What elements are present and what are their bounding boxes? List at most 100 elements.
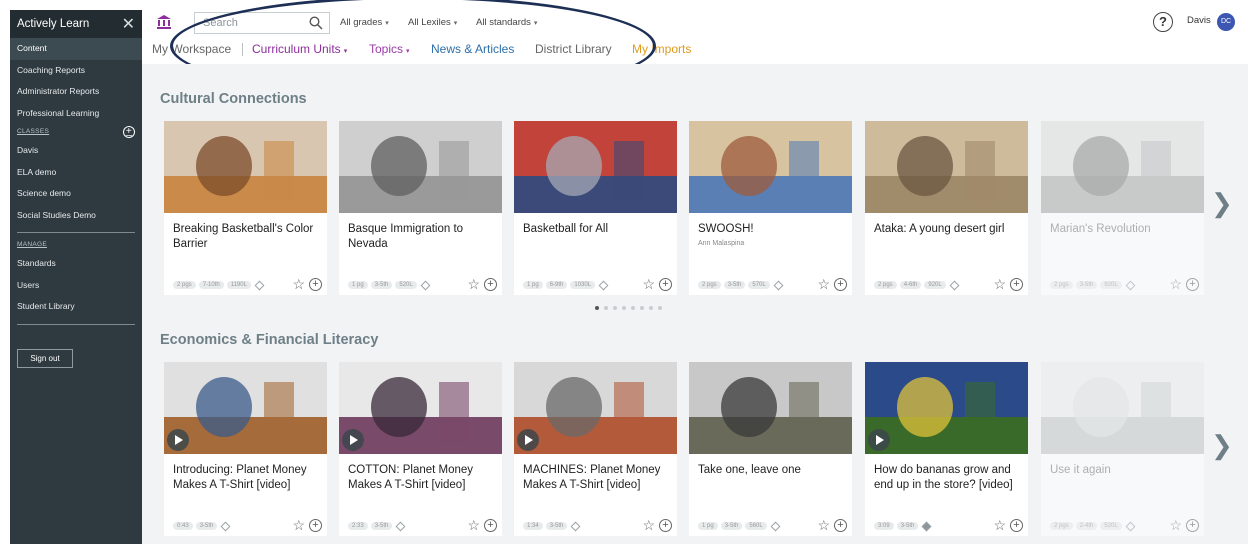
card-title[interactable]: Marian's Revolution [1050,222,1200,237]
play-icon[interactable] [868,429,890,451]
sidebar-item-professional-learning[interactable]: Professional Learning [10,103,142,125]
add-icon[interactable]: + [1010,277,1023,291]
star-icon[interactable]: ☆ [993,277,1006,291]
user-name[interactable]: Davis [1187,15,1211,26]
add-class-icon[interactable]: + [123,126,135,138]
carousel-dot[interactable] [631,306,635,310]
search-icon[interactable] [309,16,323,35]
tab-my-imports[interactable]: My Imports [632,42,691,56]
help-icon[interactable]: ? [1153,12,1173,32]
content-card[interactable]: Ataka: A young desert girl 2 pgs 4-6th 920L… [865,121,1028,295]
chevron-right-icon[interactable]: ❯ [1211,188,1233,219]
play-icon[interactable] [342,429,364,451]
add-icon[interactable]: + [484,518,497,532]
content-card[interactable]: Basque Immigration to Nevada 1 pg 3-5th 520… [339,121,502,295]
carousel-dot[interactable] [640,306,644,310]
sidebar-item-administrator-reports[interactable]: Administrator Reports [10,81,142,103]
content-card[interactable]: SWOOSH! Ann Malaspina 2 pgs 3-5th 570L ☆ + [689,121,852,295]
content-card[interactable]: Introducing: Planet Money Makes A T-Shir… [164,362,327,536]
add-icon[interactable]: + [834,277,847,291]
add-icon[interactable]: + [309,518,322,532]
star-icon[interactable]: ☆ [1169,277,1182,291]
star-icon[interactable]: ☆ [1169,518,1182,532]
add-icon[interactable]: + [484,277,497,291]
tab-topics[interactable]: Topics ▾ [369,42,410,56]
content-card[interactable]: Breaking Basketball's Color Barrier 2 pgs… [164,121,327,295]
sidebar-item-coaching-reports[interactable]: Coaching Reports [10,60,142,82]
sidebar-item-standards[interactable]: Standards [10,253,142,275]
card-title[interactable]: COTTON: Planet Money Makes A T-Shirt [vi… [348,463,498,493]
content-card[interactable]: MACHINES: Planet Money Makes A T-Shirt [… [514,362,677,536]
carousel-dot[interactable] [595,306,599,310]
star-icon[interactable]: ☆ [292,277,305,291]
card-title[interactable]: Use it again [1050,463,1200,478]
close-icon[interactable]: ✕ [122,14,135,34]
card-thumbnail[interactable] [689,121,852,213]
avatar[interactable]: DC [1217,13,1235,31]
star-icon[interactable]: ☆ [817,518,830,532]
carousel-dot[interactable] [622,306,626,310]
add-icon[interactable]: + [834,518,847,532]
content-card[interactable]: Use it again 2 pgs 2-4th 520L ☆ + [1041,362,1204,536]
sidebar-item-class-social-studies-demo[interactable]: Social Studies Demo [10,205,142,227]
content-card[interactable]: How do bananas grow and end up in the st… [865,362,1028,536]
card-title[interactable]: SWOOSH! [698,222,848,237]
card-title[interactable]: Ataka: A young desert girl [874,222,1024,237]
star-icon[interactable]: ☆ [993,518,1006,532]
card-thumbnail[interactable] [339,121,502,213]
star-icon[interactable]: ☆ [817,277,830,291]
content-card[interactable]: Marian's Revolution 2 pgs 3-5th 920L ☆ + [1041,121,1204,295]
content-card[interactable]: Take one, leave one 1 pg 3-5th 560L ☆ + [689,362,852,536]
sidebar-item-class-ela-demo[interactable]: ELA demo [10,162,142,184]
card-thumbnail[interactable] [689,362,852,454]
star-icon[interactable]: ☆ [642,277,655,291]
tab-news-articles[interactable]: News & Articles [431,42,514,56]
star-icon[interactable]: ☆ [292,518,305,532]
tab-curriculum-units[interactable]: Curriculum Units ▾ [252,42,347,56]
tab-my-workspace[interactable]: My Workspace [152,42,231,56]
card-thumbnail[interactable] [1041,121,1204,213]
sidebar-item-class-davis[interactable]: Davis [10,140,142,162]
chevron-right-icon[interactable]: ❯ [1211,430,1233,461]
standards-filter[interactable]: All standards ▾ [476,17,537,28]
sidebar-item-content[interactable]: Content [10,38,142,60]
add-icon[interactable]: + [309,277,322,291]
sidebar-item-student-library[interactable]: Student Library [10,296,142,318]
card-thumbnail[interactable] [865,121,1028,213]
sidebar-item-users[interactable]: Users [10,275,142,297]
tab-district-library[interactable]: District Library [535,42,612,56]
play-icon[interactable] [167,429,189,451]
card-thumbnail[interactable] [164,121,327,213]
star-icon[interactable]: ☆ [467,518,480,532]
add-icon[interactable]: + [1010,518,1023,532]
star-icon[interactable]: ☆ [642,518,655,532]
carousel-dot[interactable] [658,306,662,310]
meta-chip: 3-5th [1075,281,1098,289]
card-thumbnail[interactable] [1041,362,1204,454]
card-title[interactable]: Introducing: Planet Money Makes A T-Shir… [173,463,323,493]
sidebar-item-class-science-demo[interactable]: Science demo [10,183,142,205]
sign-out-button[interactable]: Sign out [17,348,73,368]
play-icon[interactable] [517,429,539,451]
card-title[interactable]: MACHINES: Planet Money Makes A T-Shirt [… [523,463,673,493]
carousel-dot[interactable] [613,306,617,310]
card-title[interactable]: Basque Immigration to Nevada [348,222,498,252]
card-title[interactable]: Take one, leave one [698,463,848,478]
add-icon[interactable]: + [1186,277,1199,291]
museum-icon[interactable] [156,14,172,35]
card-thumbnail[interactable] [514,121,677,213]
carousel-dot[interactable] [604,306,608,310]
card-title[interactable]: Breaking Basketball's Color Barrier [173,222,323,252]
add-icon[interactable]: + [1186,518,1199,532]
card-title[interactable]: How do bananas grow and end up in the st… [874,463,1024,493]
grades-filter[interactable]: All grades ▾ [340,17,389,28]
lexiles-filter[interactable]: All Lexiles ▾ [408,17,457,28]
add-icon[interactable]: + [659,518,672,532]
carousel-dot[interactable] [649,306,653,310]
star-icon[interactable]: ☆ [467,277,480,291]
card-title[interactable]: Basketball for All [523,222,673,237]
add-icon[interactable]: + [659,277,672,291]
content-card[interactable]: Basketball for All 1 pg 6-9th 1030L ☆ + [514,121,677,295]
search-input[interactable] [195,13,295,33]
content-card[interactable]: COTTON: Planet Money Makes A T-Shirt [vi… [339,362,502,536]
